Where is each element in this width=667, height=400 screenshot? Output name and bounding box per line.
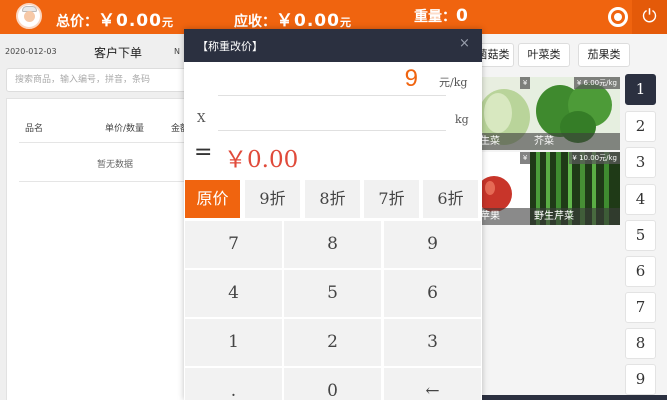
product-name: 野生芹菜 [530, 208, 620, 225]
page-button-8[interactable]: 8 [625, 328, 656, 359]
discount-original-button[interactable]: 原价 [185, 180, 240, 218]
key-decimal[interactable]: . [185, 368, 282, 400]
weight-unit: kg [455, 113, 469, 126]
order-panel: 2020-012-03 客户下单 N 搜索商品，输入编号，拼音，条码 品名 单价… [0, 34, 206, 400]
target-icon[interactable] [608, 7, 628, 27]
category-tab-leafy[interactable]: 叶菜类 [518, 43, 570, 67]
dialog-header: 【称重改价】 × [184, 29, 482, 62]
total-price: 总价：￥0.00元 [56, 11, 173, 31]
page-button-6[interactable]: 6 [625, 256, 656, 287]
page-button-2[interactable]: 2 [625, 111, 656, 142]
power-icon: ⏻ [642, 6, 657, 27]
product-area: 菌菇类 叶菜类 茄果类 ¥ 8.00元/kg 生菜 ¥ 6.00元/kg 芥菜 … [472, 34, 667, 400]
equals-sign: = [194, 140, 213, 165]
order-panel-header: 2020-012-03 客户下单 N [0, 34, 184, 68]
dialog-title: 【称重改价】 [197, 40, 263, 53]
weight-input[interactable] [218, 101, 446, 131]
close-icon[interactable]: × [459, 36, 470, 51]
divider [19, 142, 189, 143]
key-9[interactable]: 9 [384, 221, 481, 268]
page-button-7[interactable]: 7 [625, 292, 656, 323]
power-button[interactable]: ⏻ [632, 0, 667, 34]
key-8[interactable]: 8 [284, 221, 381, 268]
product-card-mustard[interactable]: ¥ 6.00元/kg 芥菜 [530, 77, 620, 150]
page-button-4[interactable]: 4 [625, 184, 656, 215]
page-button-1[interactable]: 1 [625, 74, 656, 105]
divider [218, 95, 446, 96]
chef-avatar-icon[interactable] [16, 3, 42, 29]
order-table: 品名 单价/数量 金额 暂无数据 [6, 98, 206, 400]
key-3[interactable]: 3 [384, 319, 481, 366]
empty-state: 暂无数据 [97, 160, 134, 170]
column-header-price-qty: 单价/数量 [105, 124, 145, 134]
page-button-3[interactable]: 3 [625, 147, 656, 178]
weight-readout: 重量：0 [414, 6, 469, 26]
key-4[interactable]: 4 [185, 270, 282, 317]
order-title: 客户下单 [94, 46, 143, 60]
key-6[interactable]: 6 [384, 270, 481, 317]
product-name: 芥菜 [530, 133, 620, 150]
multiply-sign: X [197, 111, 206, 125]
page-button-9[interactable]: 9 [625, 364, 656, 395]
key-1[interactable]: 1 [185, 319, 282, 366]
divider [19, 181, 189, 182]
computed-total: ￥0.00 [224, 147, 299, 173]
bottom-strip [482, 395, 667, 400]
order-date: 2020-012-03 [5, 47, 57, 56]
unit-price-unit: 元/kg [439, 76, 468, 89]
order-number: N [174, 47, 180, 56]
key-7[interactable]: 7 [185, 221, 282, 268]
amount-due: 应收：￥0.00元 [234, 11, 351, 31]
page-button-5[interactable]: 5 [625, 220, 656, 251]
discount-60-button[interactable]: 6折 [423, 180, 478, 218]
unit-price-input[interactable]: 9 [396, 65, 418, 93]
product-search-input[interactable]: 搜索商品，输入编号，拼音，条码 [6, 68, 206, 92]
discount-70-button[interactable]: 7折 [364, 180, 419, 218]
key-5[interactable]: 5 [284, 270, 381, 317]
backspace-icon[interactable]: ← [384, 368, 481, 400]
category-tab-fruit-veg[interactable]: 茄果类 [578, 43, 630, 67]
discount-90-button[interactable]: 9折 [245, 180, 300, 218]
key-0[interactable]: 0 [284, 368, 381, 400]
weigh-price-dialog: 【称重改价】 × 9 元/kg X kg = ￥0.00 原价 9折 8折 7折… [184, 29, 482, 400]
key-2[interactable]: 2 [284, 319, 381, 366]
product-card-celery[interactable]: ¥ 10.00元/kg 野生芹菜 [530, 152, 620, 225]
discount-80-button[interactable]: 8折 [305, 180, 360, 218]
column-header-name: 品名 [25, 124, 44, 134]
